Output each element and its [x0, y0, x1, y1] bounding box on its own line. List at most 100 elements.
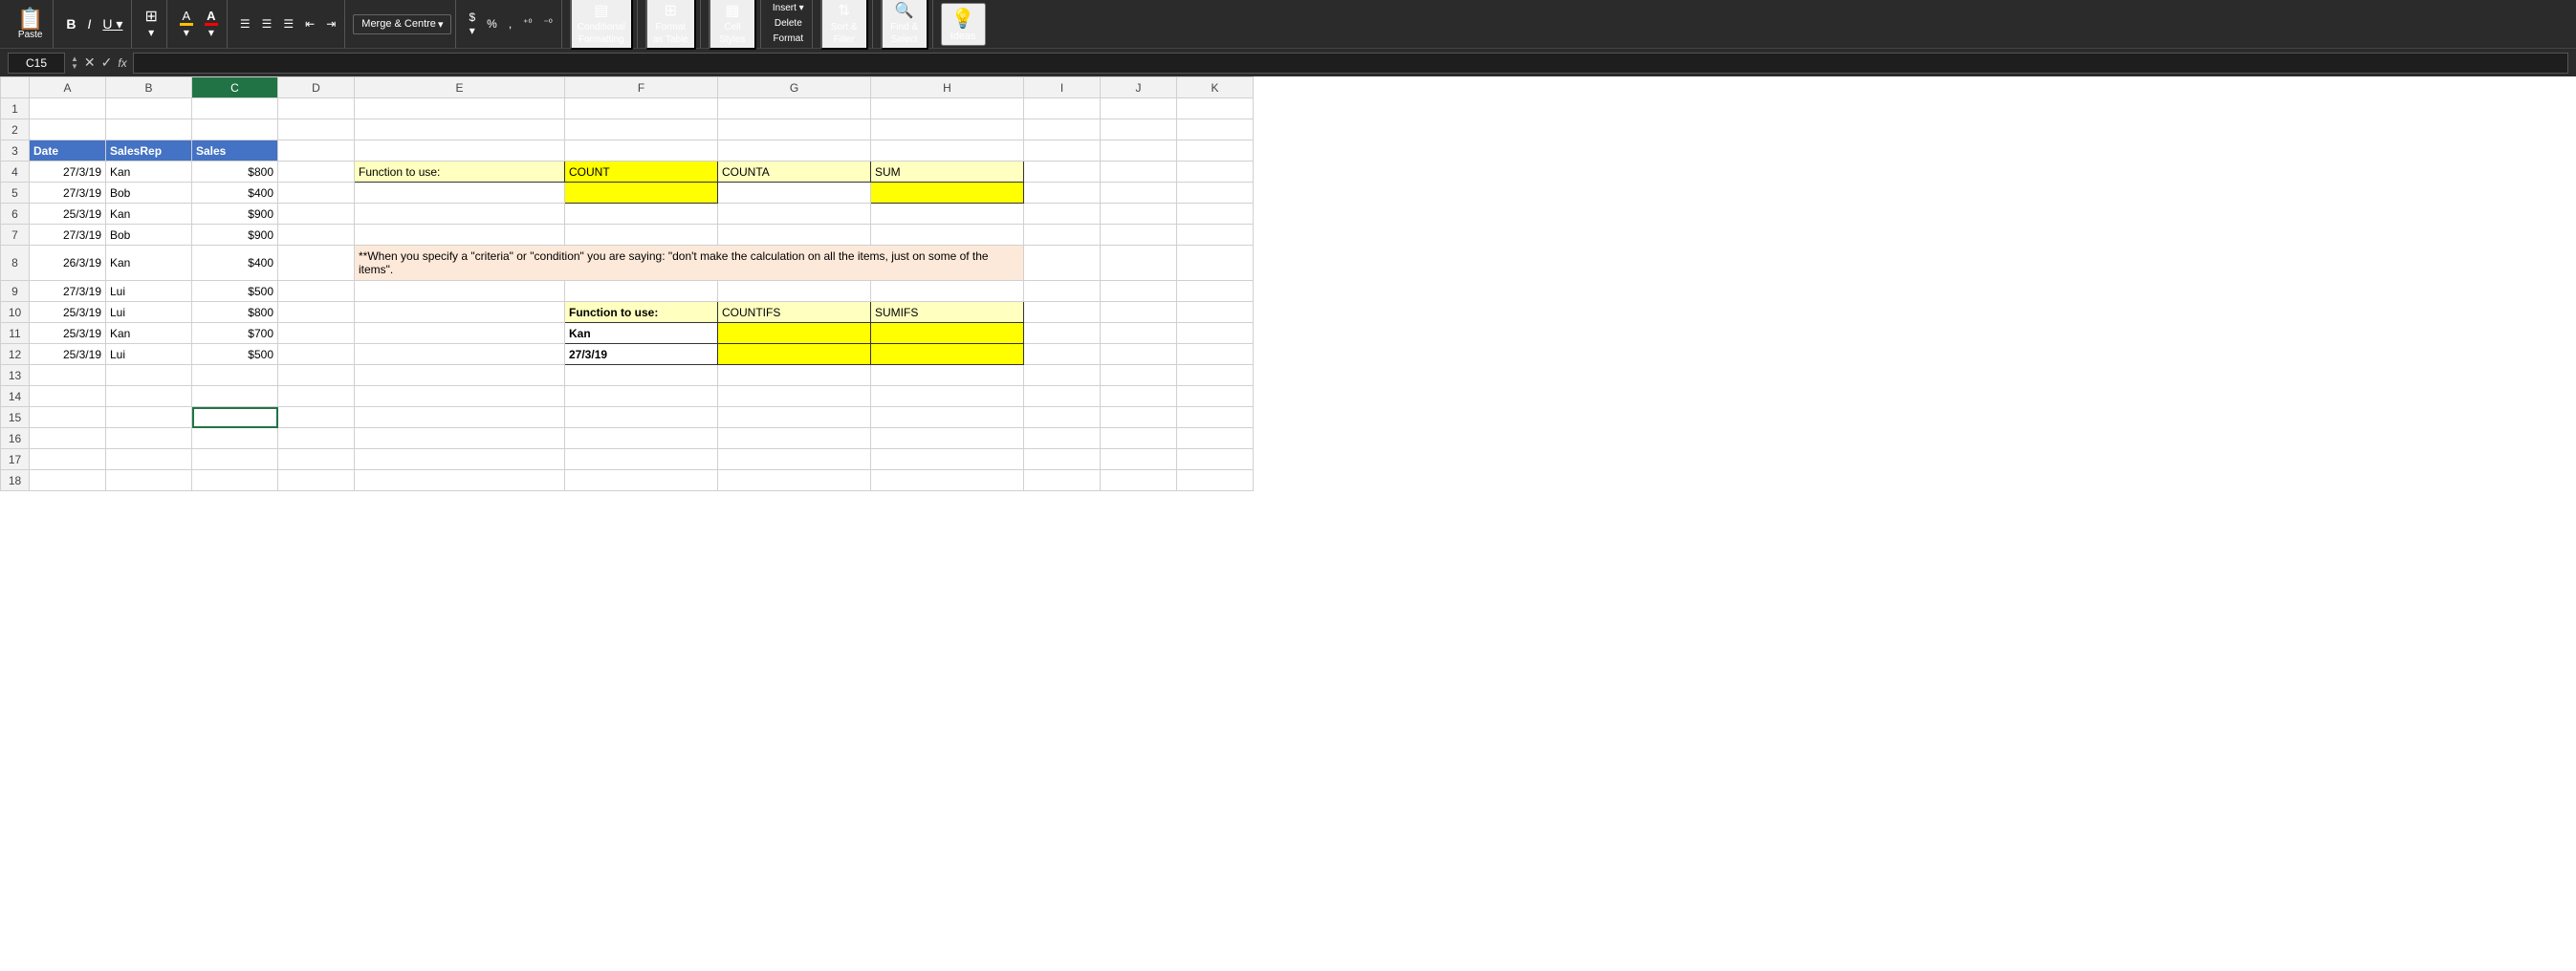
cell-C18[interactable]: [192, 470, 278, 491]
cell-D7[interactable]: [278, 225, 355, 246]
col-header-C[interactable]: C: [192, 77, 278, 98]
cell-K2[interactable]: [1177, 119, 1254, 140]
cell-J16[interactable]: [1101, 428, 1177, 449]
cell-styles-button[interactable]: ▦ Cell Styles: [709, 0, 756, 50]
cell-J5[interactable]: [1101, 183, 1177, 204]
cell-D14[interactable]: [278, 386, 355, 407]
cell-E15[interactable]: [355, 407, 565, 428]
cell-C11[interactable]: $700: [192, 323, 278, 344]
cell-D13[interactable]: [278, 365, 355, 386]
cell-F13[interactable]: [565, 365, 718, 386]
conditional-formatting-button[interactable]: ▤ Conditional Formatting: [570, 0, 633, 50]
cell-F14[interactable]: [565, 386, 718, 407]
cell-G9[interactable]: [718, 281, 871, 302]
cell-K13[interactable]: [1177, 365, 1254, 386]
cell-H9[interactable]: [871, 281, 1024, 302]
percent-button[interactable]: %: [482, 14, 502, 33]
cell-E6[interactable]: [355, 204, 565, 225]
col-header-F[interactable]: F: [565, 77, 718, 98]
decrease-decimal-button[interactable]: ⁻⁰: [538, 15, 557, 32]
cell-B12[interactable]: Lui: [106, 344, 192, 365]
cell-C17[interactable]: [192, 449, 278, 470]
cell-H7[interactable]: [871, 225, 1024, 246]
cell-C6[interactable]: $900: [192, 204, 278, 225]
cell-I8[interactable]: [1024, 246, 1101, 281]
cell-E9[interactable]: [355, 281, 565, 302]
cell-J4[interactable]: [1101, 162, 1177, 183]
cell-K5[interactable]: [1177, 183, 1254, 204]
cell-K9[interactable]: [1177, 281, 1254, 302]
cell-F7[interactable]: [565, 225, 718, 246]
cell-J1[interactable]: [1101, 98, 1177, 119]
cell-C16[interactable]: [192, 428, 278, 449]
borders-button[interactable]: ⊞ ▾: [140, 5, 162, 43]
merge-button[interactable]: Merge & Centre ▾: [353, 14, 451, 34]
delete-button[interactable]: Delete: [769, 17, 808, 31]
cell-K1[interactable]: [1177, 98, 1254, 119]
cell-J2[interactable]: [1101, 119, 1177, 140]
increase-decimal-button[interactable]: ⁺⁰: [518, 15, 536, 32]
comma-button[interactable]: ,: [504, 14, 516, 33]
cell-A15[interactable]: [30, 407, 106, 428]
align-right-button[interactable]: ☰: [278, 14, 298, 33]
cell-I2[interactable]: [1024, 119, 1101, 140]
cell-J10[interactable]: [1101, 302, 1177, 323]
cell-G4[interactable]: COUNTA: [718, 162, 871, 183]
cell-J8[interactable]: [1101, 246, 1177, 281]
cell-F17[interactable]: [565, 449, 718, 470]
cell-B13[interactable]: [106, 365, 192, 386]
cell-F4[interactable]: COUNT: [565, 162, 718, 183]
cell-H11[interactable]: [871, 323, 1024, 344]
cell-I12[interactable]: [1024, 344, 1101, 365]
cell-E18[interactable]: [355, 470, 565, 491]
cell-G2[interactable]: [718, 119, 871, 140]
align-center-button[interactable]: ☰: [257, 14, 277, 33]
cell-A6[interactable]: 25/3/19: [30, 204, 106, 225]
cell-D1[interactable]: [278, 98, 355, 119]
cell-I16[interactable]: [1024, 428, 1101, 449]
cell-H5[interactable]: [871, 183, 1024, 204]
cell-E14[interactable]: [355, 386, 565, 407]
col-header-G[interactable]: G: [718, 77, 871, 98]
cell-J3[interactable]: [1101, 140, 1177, 162]
cell-F3[interactable]: [565, 140, 718, 162]
cell-J9[interactable]: [1101, 281, 1177, 302]
cell-D8[interactable]: [278, 246, 355, 281]
cell-B11[interactable]: Kan: [106, 323, 192, 344]
cell-J15[interactable]: [1101, 407, 1177, 428]
cell-B3[interactable]: SalesRep: [106, 140, 192, 162]
col-header-H[interactable]: H: [871, 77, 1024, 98]
cell-C3[interactable]: Sales: [192, 140, 278, 162]
cell-B10[interactable]: Lui: [106, 302, 192, 323]
cell-A13[interactable]: [30, 365, 106, 386]
cell-C10[interactable]: $800: [192, 302, 278, 323]
cell-H13[interactable]: [871, 365, 1024, 386]
cell-I1[interactable]: [1024, 98, 1101, 119]
cell-G3[interactable]: [718, 140, 871, 162]
cell-A10[interactable]: 25/3/19: [30, 302, 106, 323]
cell-H17[interactable]: [871, 449, 1024, 470]
cell-J13[interactable]: [1101, 365, 1177, 386]
cell-E5[interactable]: [355, 183, 565, 204]
cell-K8[interactable]: [1177, 246, 1254, 281]
cell-J11[interactable]: [1101, 323, 1177, 344]
cell-K12[interactable]: [1177, 344, 1254, 365]
cell-H14[interactable]: [871, 386, 1024, 407]
cell-C13[interactable]: [192, 365, 278, 386]
paste-button[interactable]: 📋 Paste: [11, 7, 49, 42]
cell-G6[interactable]: [718, 204, 871, 225]
cell-I5[interactable]: [1024, 183, 1101, 204]
cell-I6[interactable]: [1024, 204, 1101, 225]
cell-J12[interactable]: [1101, 344, 1177, 365]
cell-I13[interactable]: [1024, 365, 1101, 386]
cell-B9[interactable]: Lui: [106, 281, 192, 302]
col-header-E[interactable]: E: [355, 77, 565, 98]
cell-I3[interactable]: [1024, 140, 1101, 162]
cell-C8[interactable]: $400: [192, 246, 278, 281]
ideas-button[interactable]: 💡 Ideas: [941, 3, 986, 46]
col-header-I[interactable]: I: [1024, 77, 1101, 98]
cell-G7[interactable]: [718, 225, 871, 246]
cell-I14[interactable]: [1024, 386, 1101, 407]
formula-input[interactable]: [133, 53, 2568, 74]
cell-D3[interactable]: [278, 140, 355, 162]
